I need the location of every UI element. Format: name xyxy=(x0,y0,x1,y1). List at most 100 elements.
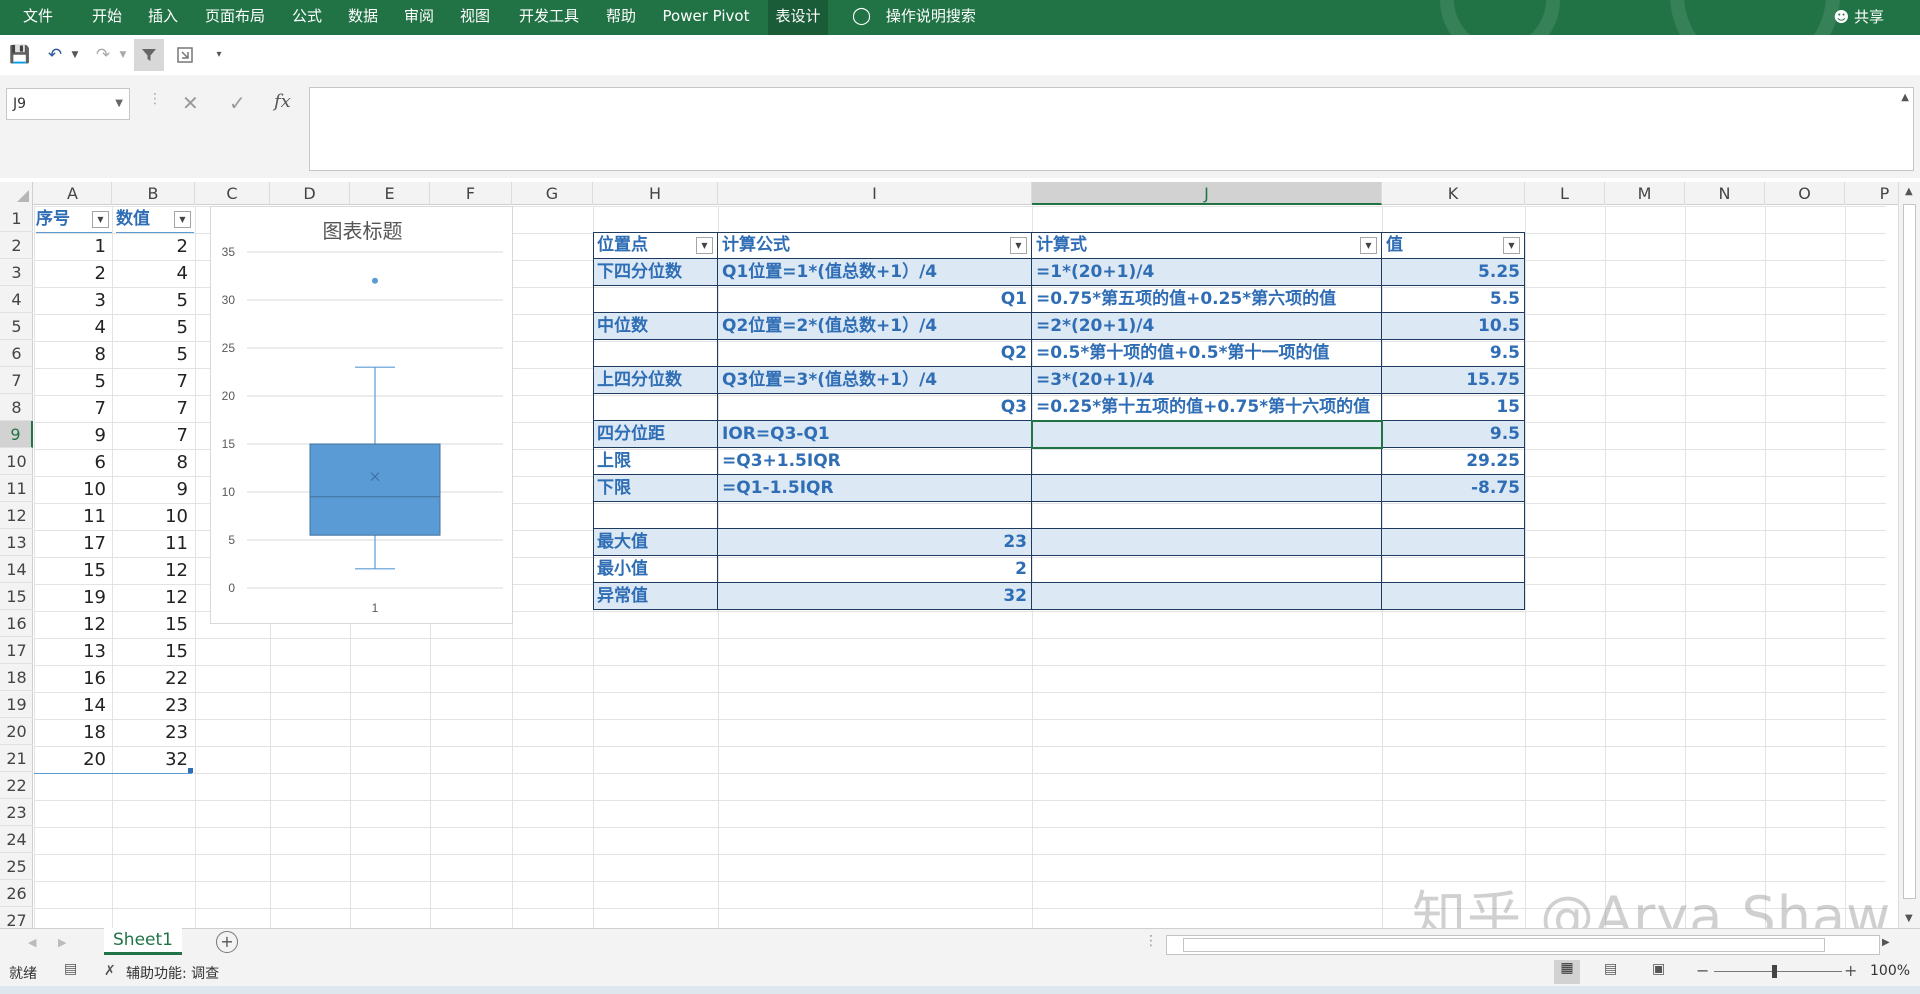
table-cell[interactable]: 异常值 xyxy=(593,583,718,610)
redo-icon[interactable]: ↷ xyxy=(88,39,118,71)
sort-icon[interactable] xyxy=(170,39,200,71)
share-button[interactable]: ☻ 共享 xyxy=(1834,0,1884,34)
table-cell[interactable]: 5 xyxy=(112,314,192,341)
table-cell[interactable] xyxy=(1032,502,1382,529)
table-cell[interactable]: 11 xyxy=(34,503,110,530)
row-header[interactable]: 18 xyxy=(0,664,33,691)
table-cell[interactable]: 23 xyxy=(112,719,192,746)
row-header[interactable]: 20 xyxy=(0,718,33,745)
table-cell[interactable]: 3 xyxy=(34,287,110,314)
row-header[interactable]: 10 xyxy=(0,448,33,475)
table-cell[interactable]: 12 xyxy=(112,584,192,611)
column-header[interactable]: G xyxy=(512,182,593,205)
column-header[interactable]: L xyxy=(1525,182,1605,205)
horizontal-scrollbar[interactable] xyxy=(1166,935,1880,955)
table-cell[interactable]: 32 xyxy=(112,746,192,773)
undo-icon[interactable]: ↶ xyxy=(40,39,70,71)
table-cell[interactable]: 10 xyxy=(34,476,110,503)
filter-dropdown-icon[interactable]: ▼ xyxy=(1010,237,1027,254)
filter-icon[interactable] xyxy=(134,39,164,71)
column-header[interactable]: D xyxy=(270,182,350,205)
row-header[interactable]: 3 xyxy=(0,259,33,286)
zoom-out-icon[interactable]: − xyxy=(1696,961,1709,980)
table-cell[interactable] xyxy=(1382,502,1525,529)
column-header[interactable]: N xyxy=(1685,182,1765,205)
table-cell[interactable]: 29.25 xyxy=(1382,448,1525,475)
table-cell[interactable]: Q1位置=1*(值总数+1）/4 xyxy=(718,259,1032,286)
table-cell[interactable]: 10.5 xyxy=(1382,313,1525,340)
ribbon-tab[interactable]: 审阅 xyxy=(400,0,438,35)
scroll-thumb[interactable] xyxy=(1903,204,1916,899)
tell-me-search[interactable]: ◯ 操作说明搜索 xyxy=(852,0,976,35)
row-header[interactable]: 7 xyxy=(0,367,33,394)
hscroll-thumb[interactable] xyxy=(1183,938,1825,952)
table-cell[interactable] xyxy=(1032,583,1382,610)
table-cell[interactable]: 18 xyxy=(34,719,110,746)
name-box[interactable]: J9 ▼ xyxy=(6,88,130,120)
table-cell[interactable]: 23 xyxy=(718,529,1032,556)
column-header[interactable]: H xyxy=(593,182,718,205)
row-header[interactable]: 16 xyxy=(0,610,33,637)
ribbon-tab[interactable]: 帮助 xyxy=(602,0,640,35)
table-cell[interactable]: 20 xyxy=(34,746,110,773)
filter-dropdown-icon[interactable]: ▼ xyxy=(92,211,109,228)
table-cell[interactable]: IOR=Q3-Q1 xyxy=(718,421,1032,448)
table-cell[interactable]: =0.75*第五项的值+0.25*第六项的值 xyxy=(1032,286,1382,313)
ribbon-tab[interactable]: 表设计 xyxy=(768,0,828,35)
row-header[interactable]: 23 xyxy=(0,799,33,826)
row-header[interactable]: 19 xyxy=(0,691,33,718)
ribbon-tab[interactable]: 公式 xyxy=(288,0,326,35)
table-cell[interactable] xyxy=(1032,448,1382,475)
accessibility-status[interactable]: 辅助功能: 调查 xyxy=(126,963,219,983)
table-cell[interactable]: 23 xyxy=(112,692,192,719)
expand-formula-icon[interactable]: ▲ xyxy=(1901,92,1909,103)
ribbon-tab[interactable]: 插入 xyxy=(144,0,182,35)
customize-qat-icon[interactable]: ▾ xyxy=(212,39,226,71)
filter-dropdown-icon[interactable]: ▼ xyxy=(174,211,191,228)
table-cell[interactable]: 15.75 xyxy=(1382,367,1525,394)
zoom-in-icon[interactable]: + xyxy=(1844,961,1857,980)
row-header[interactable]: 25 xyxy=(0,853,33,880)
table-cell[interactable]: 15 xyxy=(112,611,192,638)
table-cell[interactable]: 11 xyxy=(112,530,192,557)
table-cell[interactable]: 8 xyxy=(34,341,110,368)
table-cell[interactable]: 12 xyxy=(112,557,192,584)
row-header[interactable]: 12 xyxy=(0,502,33,529)
row-header[interactable]: 13 xyxy=(0,529,33,556)
save-icon[interactable]: 💾 xyxy=(6,39,34,71)
normal-view-icon[interactable]: ▦ xyxy=(1554,960,1580,984)
scroll-up-icon[interactable]: ▲ xyxy=(1905,186,1913,197)
table-cell[interactable]: 13 xyxy=(34,638,110,665)
insert-function-icon[interactable]: fx xyxy=(274,91,291,112)
table-cell[interactable]: 最大值 xyxy=(593,529,718,556)
table-cell[interactable] xyxy=(1382,556,1525,583)
table-cell[interactable]: =0.5*第十项的值+0.5*第十一项的值 xyxy=(1032,340,1382,367)
row-header[interactable]: 22 xyxy=(0,772,33,799)
table-cell[interactable]: 5.5 xyxy=(1382,286,1525,313)
cancel-icon[interactable]: ✕ xyxy=(182,91,199,115)
undo-dropdown-icon[interactable]: ▼ xyxy=(70,39,80,71)
table-cell[interactable]: Q3位置=3*(值总数+1）/4 xyxy=(718,367,1032,394)
table-cell[interactable]: 12 xyxy=(34,611,110,638)
split-handle-icon[interactable]: ⋮ xyxy=(1144,933,1158,949)
column-header[interactable]: M xyxy=(1605,182,1685,205)
table-cell[interactable]: 7 xyxy=(112,395,192,422)
table-cell[interactable]: 32 xyxy=(718,583,1032,610)
table-cell[interactable]: 15 xyxy=(112,638,192,665)
table-cell[interactable] xyxy=(1032,556,1382,583)
row-header[interactable]: 27 xyxy=(0,907,33,928)
page-layout-view-icon[interactable]: ▤ xyxy=(1604,961,1617,977)
table-cell[interactable]: 上限 xyxy=(593,448,718,475)
table-cell[interactable]: 9 xyxy=(34,422,110,449)
table-cell[interactable]: 17 xyxy=(34,530,110,557)
table-cell[interactable]: 下限 xyxy=(593,475,718,502)
table-cell[interactable]: =Q1-1.5IQR xyxy=(718,475,1032,502)
column-header[interactable]: A xyxy=(34,182,112,205)
accessibility-icon[interactable]: ✗ xyxy=(104,963,116,979)
redo-dropdown-icon[interactable]: ▼ xyxy=(118,39,128,71)
table-cell[interactable] xyxy=(1382,529,1525,556)
table-cell[interactable]: 四分位距 xyxy=(593,421,718,448)
table-cell[interactable]: 1 xyxy=(34,233,110,260)
add-sheet-icon[interactable]: + xyxy=(216,931,238,953)
column-header[interactable]: E xyxy=(350,182,430,205)
